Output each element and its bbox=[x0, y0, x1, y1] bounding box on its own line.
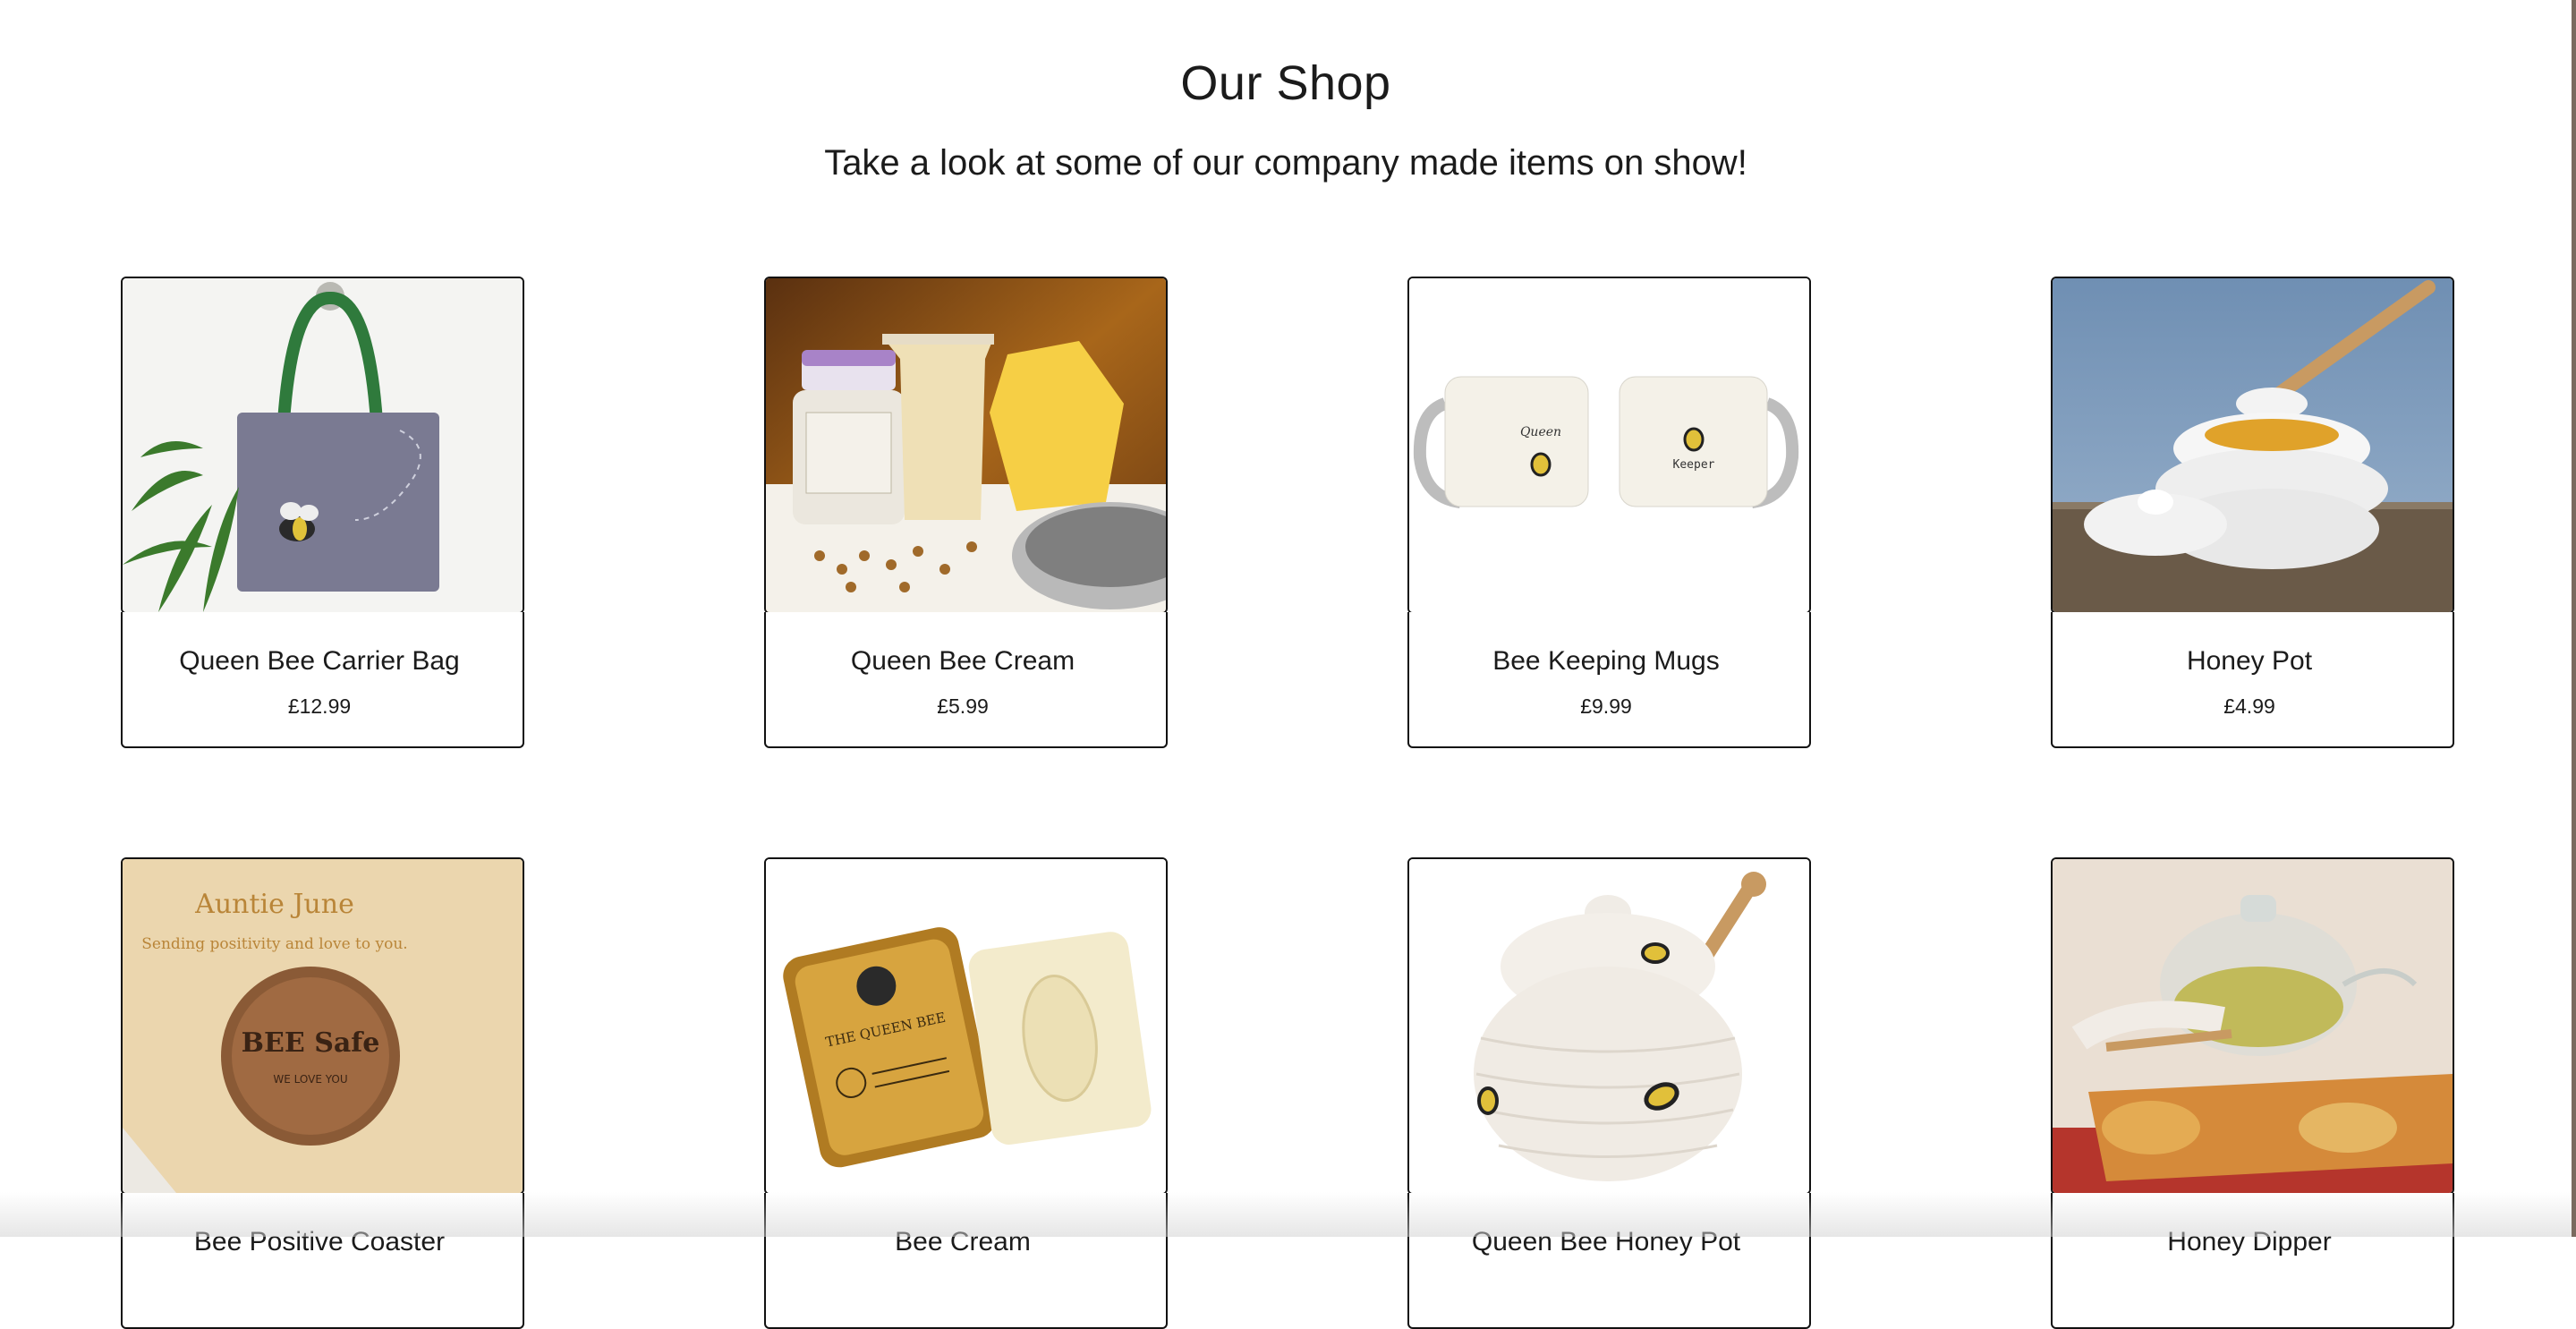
product-info: Queen Bee Honey Pot bbox=[1407, 1193, 1811, 1329]
page-subtitle: Take a look at some of our company made … bbox=[824, 143, 1747, 183]
product-info: Honey Pot £4.99 bbox=[2051, 612, 2454, 748]
product-card[interactable]: THE QUEEN BEE Bee Cream bbox=[764, 857, 1168, 1329]
svg-text:BEE Safe: BEE Safe bbox=[242, 1027, 380, 1059]
window-edge bbox=[2572, 0, 2576, 1237]
ceramic-honey-pot-image[interactable] bbox=[1407, 857, 1811, 1195]
svg-text:Sending positivity and love to: Sending positivity and love to you. bbox=[141, 935, 407, 953]
product-info: Bee Positive Coaster bbox=[121, 1193, 524, 1329]
product-card[interactable]: Queen Bee Cream £5.99 bbox=[764, 277, 1168, 748]
product-name[interactable]: Queen Bee Cream bbox=[766, 646, 1160, 677]
soap-tin-image[interactable]: THE QUEEN BEE bbox=[764, 857, 1168, 1195]
product-info: Queen Bee Cream £5.99 bbox=[764, 612, 1168, 748]
svg-text:Auntie June: Auntie June bbox=[194, 889, 354, 920]
svg-text:Queen: Queen bbox=[1520, 425, 1561, 439]
product-card[interactable]: Honey Pot £4.99 bbox=[2051, 277, 2454, 748]
product-info: Honey Dipper bbox=[2051, 1193, 2454, 1329]
product-price: £9.99 bbox=[1580, 694, 1632, 718]
product-name[interactable]: Honey Dipper bbox=[2053, 1227, 2446, 1257]
svg-text:WE LOVE YOU: WE LOVE YOU bbox=[273, 1073, 347, 1086]
product-name[interactable]: Bee Positive Coaster bbox=[123, 1227, 516, 1257]
svg-text:Keeper: Keeper bbox=[1673, 458, 1715, 472]
product-info: Bee Cream bbox=[764, 1193, 1168, 1329]
product-card[interactable]: Queen Keeper Bee Keeping Mugs £9.99 bbox=[1407, 277, 1811, 748]
product-name[interactable]: Honey Pot bbox=[2053, 646, 2446, 677]
teapot-dipper-image[interactable] bbox=[2051, 857, 2454, 1195]
product-name[interactable]: Queen Bee Carrier Bag bbox=[123, 646, 516, 677]
product-name[interactable]: Bee Keeping Mugs bbox=[1409, 646, 1803, 677]
product-card[interactable]: Queen Bee Carrier Bag £12.99 bbox=[121, 277, 524, 748]
product-price: £4.99 bbox=[2223, 694, 2275, 718]
mugs-image[interactable]: Queen Keeper bbox=[1407, 277, 1811, 614]
product-card[interactable]: Honey Dipper bbox=[2051, 857, 2454, 1329]
product-info: Bee Keeping Mugs £9.99 bbox=[1407, 612, 1811, 748]
product-info: Queen Bee Carrier Bag £12.99 bbox=[121, 612, 524, 748]
product-name[interactable]: Queen Bee Honey Pot bbox=[1409, 1227, 1803, 1257]
page-title: Our Shop bbox=[1180, 56, 1391, 110]
product-card[interactable]: Auntie June Sending positivity and love … bbox=[121, 857, 524, 1329]
honey-pot-image[interactable] bbox=[2051, 277, 2454, 614]
product-price: £5.99 bbox=[937, 694, 989, 718]
product-card[interactable]: Queen Bee Honey Pot bbox=[1407, 857, 1811, 1329]
cream-jar-image[interactable] bbox=[764, 277, 1168, 614]
product-name[interactable]: Bee Cream bbox=[766, 1227, 1160, 1257]
coaster-image[interactable]: Auntie June Sending positivity and love … bbox=[121, 857, 524, 1195]
product-price: £12.99 bbox=[287, 694, 352, 718]
tote-bag-image[interactable] bbox=[121, 277, 524, 614]
